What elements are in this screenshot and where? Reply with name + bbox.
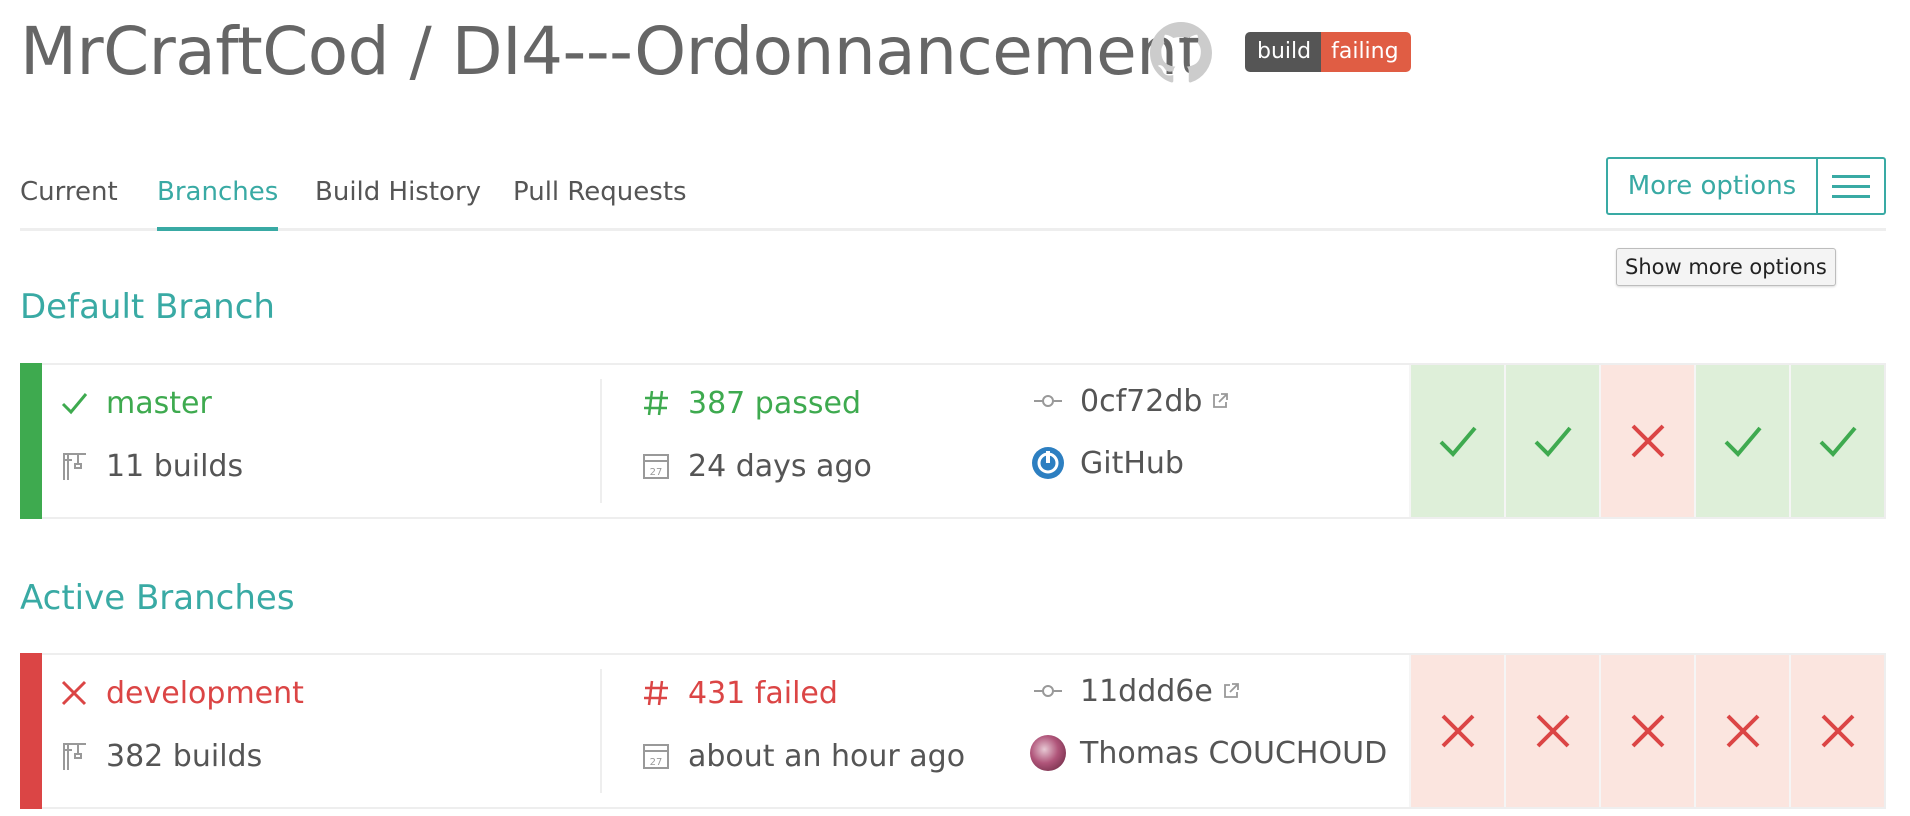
- svg-text:27: 27: [650, 757, 663, 768]
- commit-icon: [1030, 673, 1066, 709]
- build-time-cell: 27 about an hour ago: [638, 738, 965, 774]
- last-build-cell[interactable]: 431 failed: [638, 675, 838, 711]
- history-cell[interactable]: [1694, 365, 1789, 517]
- tab-branches[interactable]: Branches: [157, 170, 279, 231]
- history-cell[interactable]: [1504, 365, 1599, 517]
- cross-icon: [1631, 714, 1664, 748]
- external-link-icon[interactable]: [1210, 384, 1230, 419]
- history-cell[interactable]: [1409, 655, 1504, 807]
- build-time: about an hour ago: [688, 738, 966, 774]
- more-options-group: More options: [1606, 157, 1886, 215]
- calendar-icon: 27: [638, 448, 674, 484]
- tab-pull-requests[interactable]: Pull Requests: [513, 170, 687, 228]
- build-time-cell: 27 24 days ago: [638, 448, 872, 484]
- commit-cell[interactable]: 0cf72db: [1030, 383, 1230, 419]
- active-branches-title: Active Branches: [20, 578, 295, 618]
- check-icon: [1724, 426, 1762, 457]
- more-options-button[interactable]: More options: [1608, 159, 1816, 213]
- last-build-cell[interactable]: 387 passed: [638, 385, 861, 421]
- commit-author: GitHub: [1080, 445, 1184, 481]
- branch-row-master[interactable]: master 11 builds 387 passed 27 24 days a…: [20, 363, 1886, 519]
- calendar-icon: 27: [638, 738, 674, 774]
- github-icon[interactable]: [1150, 22, 1212, 84]
- row-divider: [600, 669, 602, 793]
- cross-icon: [1441, 714, 1474, 748]
- branch-name: development: [106, 675, 304, 711]
- hamburger-icon[interactable]: [1816, 159, 1884, 213]
- branch-name: master: [106, 385, 212, 421]
- external-link-icon[interactable]: [1221, 674, 1241, 709]
- builds-count-cell: 382 builds: [56, 738, 262, 774]
- hash-icon: [638, 385, 674, 421]
- check-icon: [1819, 426, 1857, 457]
- builds-count: 11 builds: [106, 448, 244, 484]
- default-branch-title: Default Branch: [20, 287, 275, 327]
- history-cell[interactable]: [1789, 655, 1884, 807]
- badge-status: failing: [1321, 32, 1411, 72]
- branch-row-development[interactable]: development 382 builds 431 failed 27 abo…: [20, 653, 1886, 809]
- last-build: 431 failed: [688, 675, 838, 711]
- tab-build-history[interactable]: Build History: [315, 170, 481, 228]
- builds-count: 382 builds: [106, 738, 263, 774]
- github-logo-icon: [1030, 445, 1066, 481]
- author-cell: Thomas COUCHOUD: [1030, 735, 1387, 771]
- history-cell[interactable]: [1504, 655, 1599, 807]
- history-cell[interactable]: [1599, 655, 1694, 807]
- row-divider: [600, 379, 602, 503]
- check-icon: [56, 385, 92, 421]
- last-build: 387 passed: [688, 385, 861, 421]
- crane-icon: [56, 738, 92, 774]
- commit-cell[interactable]: 11ddd6e: [1030, 673, 1241, 709]
- hash-icon: [638, 675, 674, 711]
- commit-author: Thomas COUCHOUD: [1080, 735, 1388, 771]
- commit-icon: [1030, 383, 1066, 419]
- status-stripe: [20, 363, 42, 519]
- commit-sha[interactable]: 11ddd6e: [1080, 674, 1213, 709]
- branch-name-cell[interactable]: master: [56, 385, 212, 421]
- history-cell[interactable]: [1789, 365, 1884, 517]
- svg-text:27: 27: [650, 467, 663, 478]
- build-history: [1409, 655, 1884, 807]
- check-icon: [1534, 426, 1572, 457]
- status-stripe: [20, 653, 42, 809]
- tab-current[interactable]: Current: [20, 170, 118, 228]
- build-time: 24 days ago: [688, 448, 872, 484]
- history-cell[interactable]: [1694, 655, 1789, 807]
- cross-icon: [1821, 714, 1854, 748]
- author-cell: GitHub: [1030, 445, 1184, 481]
- commit-sha[interactable]: 0cf72db: [1080, 384, 1202, 419]
- history-cell[interactable]: [1599, 365, 1694, 517]
- avatar: [1030, 735, 1066, 771]
- cross-icon: [1631, 424, 1664, 458]
- history-cell[interactable]: [1409, 365, 1504, 517]
- cross-icon: [56, 675, 92, 711]
- builds-count-cell: 11 builds: [56, 448, 243, 484]
- check-icon: [1439, 426, 1477, 457]
- cross-icon: [1726, 714, 1759, 748]
- badge-label: build: [1245, 32, 1322, 72]
- crane-icon: [56, 448, 92, 484]
- repo-title: MrCraftCod / DI4---Ordonnancement: [20, 13, 1203, 90]
- branch-name-cell[interactable]: development: [56, 675, 304, 711]
- build-status-badge[interactable]: build failing: [1245, 32, 1411, 72]
- build-history: [1409, 365, 1884, 517]
- cross-icon: [1536, 714, 1569, 748]
- more-options-tooltip: Show more options: [1616, 248, 1836, 286]
